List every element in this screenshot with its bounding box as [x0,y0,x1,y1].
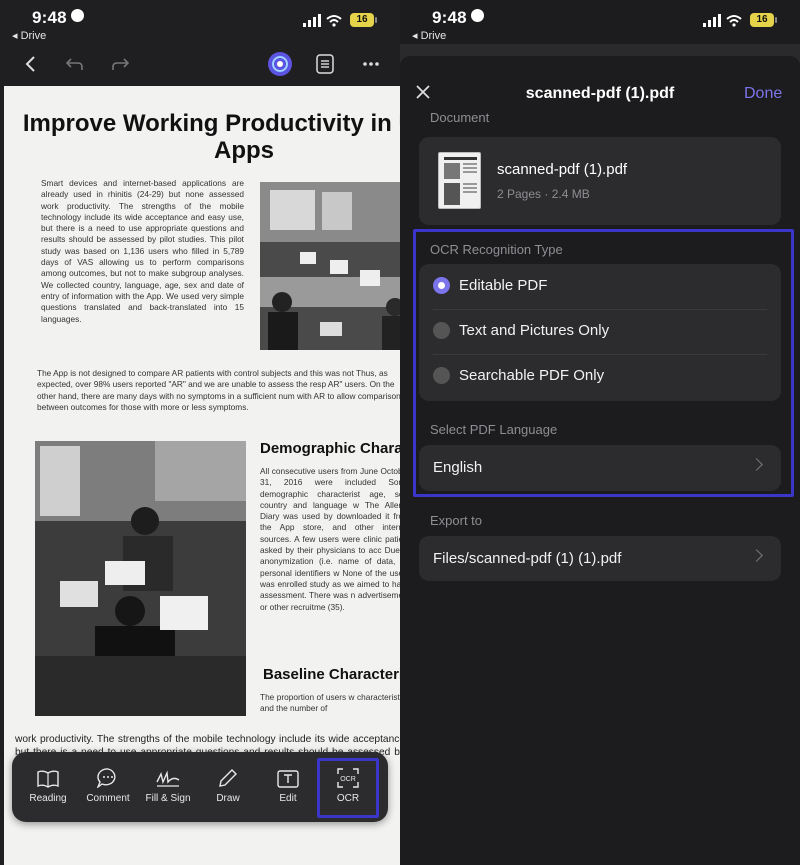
tool-label: Edit [279,793,297,804]
focus-icon [470,9,484,22]
signal-wifi-icon [303,14,342,27]
focus-icon [70,9,84,22]
draw-tool-button[interactable]: Draw [198,766,258,804]
document-card[interactable]: scanned-pdf (1).pdf 2 Pages · 2.4 MB [419,137,781,225]
redo-icon[interactable] [109,50,131,78]
back-chevron-icon[interactable] [20,50,40,78]
signature-icon [156,770,180,787]
section-label: Document [430,110,490,125]
office-photo-top [260,182,400,350]
section-heading: Baseline Characteris [263,666,400,683]
sheet-header: scanned-pdf (1).pdf Done [400,70,800,102]
recognition-highlight-box [413,229,794,497]
battery-indicator: 16 [750,13,777,27]
status-bar: 9:48 ◂ Drive 16 [400,0,800,44]
document-paragraph: The proportion of users w characteristic… [260,692,400,714]
office-photo-image [35,441,246,716]
edit-tool-button[interactable]: Edit [258,766,318,804]
back-to-drive-link[interactable]: ◂ Drive [12,29,46,42]
viewer-toolbar [0,50,400,82]
status-time: 9:48 [32,8,84,28]
fill-sign-tool-button[interactable]: Fill & Sign [138,766,198,804]
document-paragraph: All consecutive users from June October … [260,466,400,612]
file-name: scanned-pdf (1).pdf [497,161,628,178]
undo-icon[interactable] [64,50,86,78]
ai-assistant-icon[interactable] [266,50,294,78]
back-to-drive-link[interactable]: ◂ Drive [412,29,446,42]
office-photo-bottom [35,441,246,716]
signal-wifi-icon [703,14,742,27]
document-thumbnail [438,152,481,209]
tool-label: Draw [216,793,240,804]
section-label: Export to [430,513,483,528]
book-icon [37,770,59,788]
section-heading: Demographic Charac [260,440,400,457]
ocr-highlight-box [317,758,379,818]
status-time: 9:48 [432,8,484,28]
office-photo-image [260,182,400,350]
battery-indicator: 16 [350,13,377,27]
text-edit-icon [277,770,299,788]
document-paragraph: Smart devices and internet-based applica… [41,178,244,324]
status-bar: 9:48 ◂ Drive 16 [0,0,400,44]
document-thumbnail-image [444,157,477,205]
outline-icon[interactable] [313,50,337,78]
chevron-right-icon [750,549,763,562]
reading-tool-button[interactable]: Reading [18,766,78,804]
document-paragraph: The App is not designed to compare AR pa… [37,368,400,412]
pen-icon [219,769,237,787]
export-path-selector[interactable]: Files/scanned-pdf (1) (1).pdf [419,536,781,581]
done-button[interactable]: Done [744,85,782,103]
pdf-viewer-panel: 9:48 ◂ Drive 16 Improve Working Producti… [0,0,400,865]
comment-icon [97,768,116,788]
comment-tool-button[interactable]: Comment [78,766,138,804]
tool-label: Comment [86,793,130,804]
tool-label: Fill & Sign [145,793,191,804]
more-options-icon[interactable] [359,50,383,78]
sheet-title: scanned-pdf (1).pdf [525,85,675,102]
export-path: Files/scanned-pdf (1) (1).pdf [433,550,622,567]
file-meta: 2 Pages · 2.4 MB [497,187,590,201]
tool-label: Reading [29,793,67,804]
document-title: Improve Working Productivity in Using Ap… [22,110,400,164]
